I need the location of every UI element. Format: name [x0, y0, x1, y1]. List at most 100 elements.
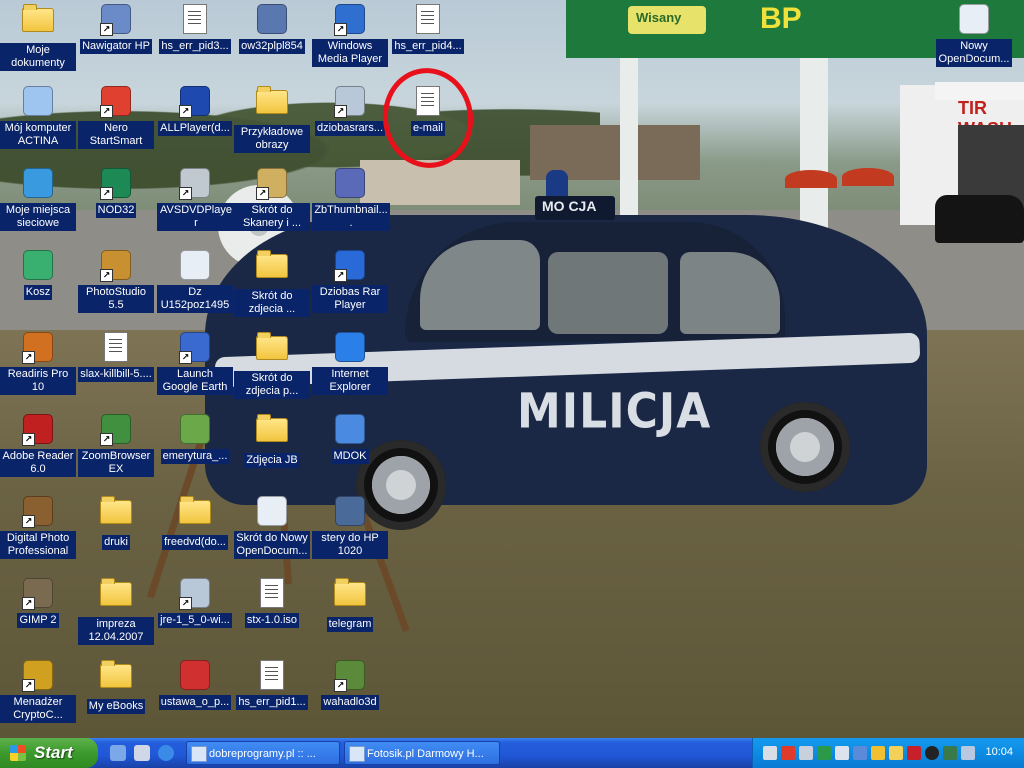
display-tray-icon[interactable]: [853, 746, 867, 760]
desktop-icon-internet-explorer[interactable]: Internet Explorer: [312, 330, 388, 395]
internet-explorer-icon[interactable]: [158, 745, 174, 761]
ati-tray-icon[interactable]: [907, 746, 921, 760]
desktop-icon-folder[interactable]: Skrót do zdjecia p...: [234, 330, 310, 399]
my-computer-icon: [22, 86, 54, 118]
browser-window-icon: [191, 746, 207, 762]
desktop-icon-rar-player[interactable]: ↗ Dziobas Rar Player: [312, 248, 388, 313]
update-tray-icon[interactable]: [943, 746, 957, 760]
desktop-icon-ie-document[interactable]: MDOK: [312, 412, 388, 464]
clock[interactable]: 10:04: [985, 746, 1013, 758]
calendar-tray-icon[interactable]: [799, 746, 813, 760]
desktop-icon-label: hs_err_pid3...: [159, 39, 231, 54]
desktop-icon-label: Nawigator HP: [80, 39, 152, 54]
desktop-icon-label: MDOK: [331, 449, 369, 464]
recycle-bin-icon: [22, 250, 54, 282]
system-tray: 10:04: [752, 738, 1024, 768]
desktop-icon-nero[interactable]: ↗ Nero StartSmart: [78, 84, 154, 149]
desktop-icon-label: slax-killbill-5....: [78, 367, 154, 382]
scanner-icon: ↗: [256, 168, 288, 200]
desktop-icon-nod32[interactable]: ↗ NOD32: [78, 166, 154, 218]
desktop-icon-my-computer[interactable]: Mój komputer ACTINA: [0, 84, 76, 149]
desktop-icon-installer[interactable]: ↗ jre-1_5_0-wi...: [157, 576, 233, 628]
desktop-icon-label: Skrót do Skanery i ...: [234, 203, 310, 231]
desktop-icon-folder[interactable]: impreza 12.04.2007: [78, 576, 154, 645]
power-tray-icon[interactable]: [871, 746, 885, 760]
pdf-tray-icon[interactable]: [781, 746, 795, 760]
desktop-icon-label: stx-1.0.iso: [244, 613, 300, 628]
desktop-icon-text-file[interactable]: hs_err_pid1...: [234, 658, 310, 710]
desktop-icon-label: ZoomBrowser EX: [78, 449, 154, 477]
desktop-icon-thumbnail[interactable]: ZbThumbnail....: [312, 166, 390, 231]
desktop-icon-dvd-player[interactable]: ↗ AVSDVDPlayer: [157, 166, 235, 231]
desktop-icon-network-places[interactable]: Moje miejsca sieciowe: [0, 166, 76, 231]
desktop-icon-label: Menadżer CryptoC...: [0, 695, 76, 723]
shortcut-arrow-icon: ↗: [179, 597, 192, 610]
taskbar-window-button[interactable]: Fotosik.pl Darmowy H...: [344, 741, 500, 765]
desktop-icon-readiris[interactable]: ↗ Readiris Pro 10: [0, 330, 76, 395]
digital-photo-icon: ↗: [22, 496, 54, 528]
desktop-icon-text-file[interactable]: hs_err_pid4...: [390, 2, 466, 54]
show-desktop-icon[interactable]: [110, 745, 126, 761]
desktop-icon-label: ALLPlayer(d...: [158, 121, 232, 136]
desktop-icon-image-file[interactable]: slax-killbill-5....: [78, 330, 154, 382]
desktop-icon-media-player[interactable]: ↗ Windows Media Player: [312, 2, 388, 67]
desktop-icon-gimp[interactable]: ↗ GIMP 2: [0, 576, 76, 628]
car-wheel: [760, 402, 850, 492]
shortcut-arrow-icon: ↗: [334, 679, 347, 692]
desktop-icon-recycle-bin[interactable]: Kosz: [0, 248, 76, 300]
desktop-icon-label: Readiris Pro 10: [0, 367, 76, 395]
start-button[interactable]: Start: [0, 738, 98, 768]
bp-logo: BP: [760, 2, 802, 35]
shortcut-arrow-icon: ↗: [179, 187, 192, 200]
desktop-icon-hp-driver[interactable]: stery do HP 1020: [312, 494, 388, 559]
speaker-tray-icon[interactable]: [925, 746, 939, 760]
desktop-icon-spreadsheet[interactable]: emerytura_...: [157, 412, 233, 464]
desktop-icon-my-documents[interactable]: Moje dokumenty: [0, 2, 76, 71]
desktop-icon-pdf[interactable]: ustawa_o_p...: [157, 658, 233, 710]
thumbnail-icon: [334, 168, 366, 200]
desktop-icon-opendocument[interactable]: Nowy OpenDocum...: [936, 2, 1012, 67]
desktop-icon-label: hs_err_pid4...: [392, 39, 464, 54]
desktop-icon-label: Mój komputer ACTINA: [0, 121, 76, 149]
desktop-icon-folder[interactable]: My eBooks: [78, 658, 154, 714]
desktop-icon-folder[interactable]: Skrót do zdjecia ...: [234, 248, 310, 317]
shortcut-arrow-icon: ↗: [100, 23, 113, 36]
desktop-icon-zip-folder[interactable]: freedvd(do...: [157, 494, 233, 550]
desktop-icon-crypto[interactable]: ↗ Menadżer CryptoC...: [0, 658, 76, 723]
my-documents-icon: [22, 4, 54, 40]
security-tray-icon[interactable]: [889, 746, 903, 760]
taskbar: Start dobreprogramy.pl :: ... Fotosik.pl…: [0, 738, 1024, 768]
text-file-icon: [179, 4, 211, 36]
desktop-icon-opendocument[interactable]: Skrót do Nowy OpenDocum...: [234, 494, 310, 559]
desktop-icon-allplayer[interactable]: ↗ ALLPlayer(d...: [157, 84, 233, 136]
monitor-tray-icon[interactable]: [763, 746, 777, 760]
lan-tray-icon[interactable]: [961, 746, 975, 760]
desktop-icon-adobe-reader[interactable]: ↗ Adobe Reader 6.0: [0, 412, 76, 477]
desktop-icon-photostudio[interactable]: ↗ PhotoStudio 5.5: [78, 248, 154, 313]
taskbar-window-button[interactable]: dobreprogramy.pl :: ...: [186, 741, 340, 765]
desktop-icon-hp-navigator[interactable]: ↗ Nawigator HP: [78, 2, 154, 54]
shortcut-arrow-icon: ↗: [334, 269, 347, 282]
desktop-icon-zoombrowser[interactable]: ↗ ZoomBrowser EX: [78, 412, 154, 477]
desktop-icon-folder[interactable]: druki: [78, 494, 154, 550]
desktop-icon-folder[interactable]: Zdjęcia JB: [234, 412, 310, 468]
desktop-icon-digital-photo[interactable]: ↗ Digital Photo Professional: [0, 494, 76, 559]
desktop-icon-installer[interactable]: ↗ dziobasrars...: [312, 84, 388, 136]
allplayer-icon: ↗: [179, 86, 211, 118]
desktop-icon-text-file[interactable]: hs_err_pid3...: [157, 2, 233, 54]
media-player-icon[interactable]: [134, 745, 150, 761]
shortcut-arrow-icon: ↗: [22, 433, 35, 446]
nod32-tray-icon[interactable]: [817, 746, 831, 760]
desktop-icon-folder[interactable]: telegram: [312, 576, 388, 632]
shortcut-arrow-icon: ↗: [100, 269, 113, 282]
desktop-icon-opendocument[interactable]: Dz U152poz1495: [157, 248, 233, 313]
desktop-icon-pendulum[interactable]: ↗ wahadlo3d: [312, 658, 388, 710]
desktop-icon-folder[interactable]: Przykładowe obrazy: [234, 84, 310, 153]
desktop-icon-scanner[interactable]: ↗ Skrót do Skanery i ...: [234, 166, 310, 231]
desktop-icon-iso-file[interactable]: stx-1.0.iso: [234, 576, 310, 628]
shortcut-arrow-icon: ↗: [22, 351, 35, 364]
network-tray-icon[interactable]: [835, 746, 849, 760]
desktop-icon-google-earth[interactable]: ↗ Launch Google Earth: [157, 330, 233, 395]
desktop-icon-label: dziobasrars...: [314, 121, 386, 136]
desktop-icon-setup[interactable]: ow32plpl854: [234, 2, 310, 54]
